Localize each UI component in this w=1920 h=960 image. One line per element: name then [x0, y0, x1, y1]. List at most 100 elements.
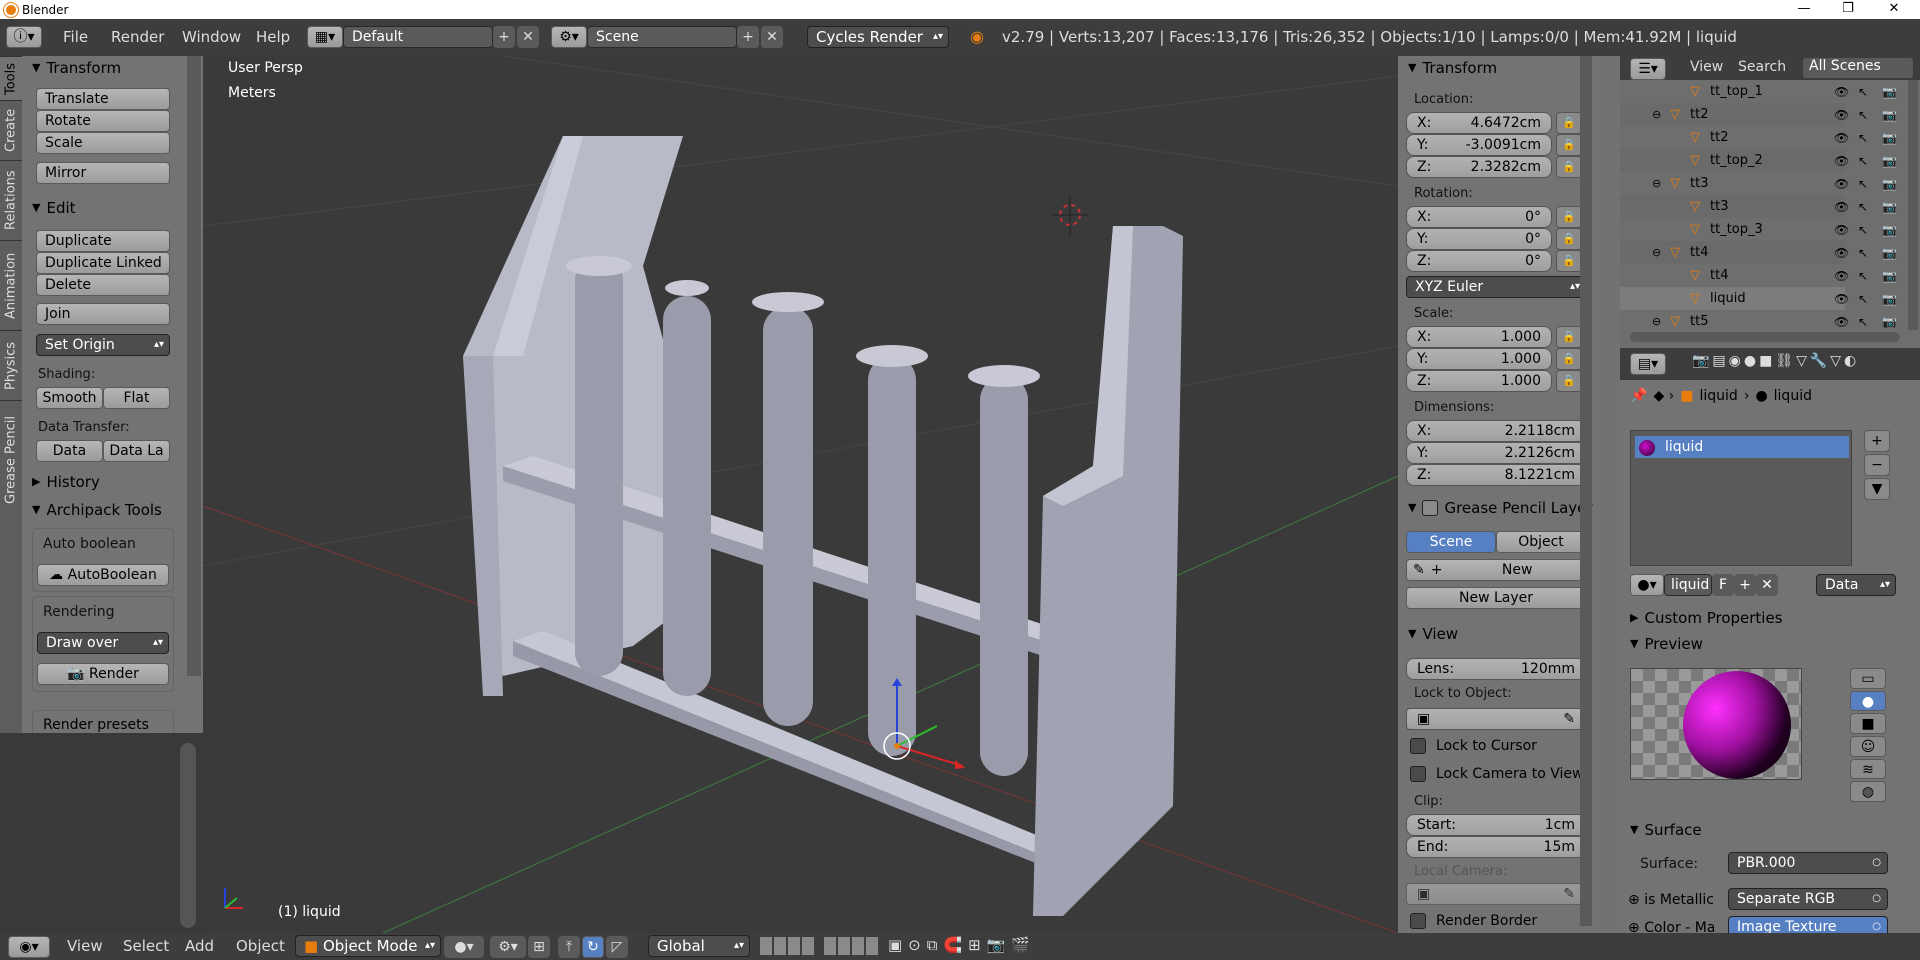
lock-icon[interactable]: 🔒 [1556, 370, 1582, 392]
selectable-arrow-icon[interactable]: ↖ [1858, 269, 1868, 283]
auto-boolean-button[interactable]: ☁ AutoBoolean [37, 564, 169, 586]
visibility-eye-icon[interactable]: 👁 [1834, 108, 1849, 122]
rotation-x-field[interactable]: X: 0° [1406, 206, 1552, 228]
visibility-eye-icon[interactable]: 👁 [1834, 85, 1849, 99]
visibility-eye-icon[interactable]: 👁 [1834, 269, 1849, 283]
viewport-shading-icon[interactable]: ●▾ [444, 936, 484, 958]
selectable-arrow-icon[interactable]: ↖ [1858, 315, 1868, 329]
gp-new-button[interactable]: ✎ + New [1406, 559, 1586, 581]
translate-button[interactable]: Translate [36, 88, 170, 110]
renderable-camera-icon[interactable]: 📷 [1882, 200, 1897, 214]
material-slot-item[interactable]: liquid [1635, 436, 1849, 458]
eyedropper-icon[interactable]: ✎ [1563, 709, 1575, 729]
display-mode-dropdown[interactable]: All Scenes [1803, 58, 1913, 78]
outliner-vscrollbar[interactable] [1908, 80, 1918, 330]
n-panel-scrollbar[interactable] [1580, 56, 1592, 926]
render-presets-button[interactable]: Render presets ... [32, 710, 174, 733]
location-y-field[interactable]: Y: -3.0091cm [1406, 134, 1552, 156]
minimize-button[interactable]: — [1784, 0, 1824, 19]
expand-icon[interactable]: ⊖ [1652, 246, 1661, 259]
outliner-row[interactable]: ⊖ ▽ tt4 👁 ↖ 📷 [1620, 241, 1897, 264]
visibility-eye-icon[interactable]: 👁 [1834, 131, 1849, 145]
link-data-dropdown[interactable]: Data ▴▾ [1816, 574, 1896, 596]
delete-button[interactable]: Delete [36, 274, 170, 296]
lock-icon[interactable]: 🔒 [1556, 112, 1582, 134]
3d-cursor-icon[interactable] [1051, 196, 1089, 236]
orientation-dropdown[interactable]: Global ▴▾ [648, 935, 750, 957]
preview-hair-icon[interactable]: ≋ [1850, 758, 1886, 780]
outliner-row[interactable]: ▽ tt3 👁 ↖ 📷 [1620, 195, 1897, 218]
selectable-arrow-icon[interactable]: ↖ [1858, 154, 1868, 168]
viewport-editor-icon[interactable]: ◉▾ [8, 936, 50, 958]
eyedropper-icon[interactable]: ✎ [1563, 884, 1575, 904]
maximize-button[interactable]: ❐ [1828, 0, 1868, 19]
clip-end-field[interactable]: End: 15m [1406, 836, 1586, 858]
remove-scene-icon[interactable]: ✕ [761, 26, 783, 48]
duplicate-linked-button[interactable]: Duplicate Linked [36, 252, 170, 274]
dimension-y-field[interactable]: Y: 2.2126cm [1406, 442, 1586, 464]
scene-field[interactable]: Scene [587, 26, 737, 48]
translate-manipulator-icon[interactable]: ⤒ [558, 936, 580, 958]
menu-view[interactable]: View [67, 937, 103, 955]
layer-buttons-2[interactable] [824, 937, 880, 955]
selectable-arrow-icon[interactable]: ↖ [1858, 292, 1868, 306]
selectable-arrow-icon[interactable]: ↖ [1858, 177, 1868, 191]
visibility-eye-icon[interactable]: 👁 [1834, 177, 1849, 191]
viewport-3d[interactable]: User Persp Meters (1) liquid [203, 56, 1398, 933]
duplicate-button[interactable]: Duplicate [36, 230, 170, 252]
menu-select[interactable]: Select [123, 937, 169, 955]
archipack-panel-header[interactable]: ▼ Archipack Tools [22, 498, 203, 522]
n-transform-header[interactable]: ▼ Transform [1398, 56, 1595, 80]
render-engine-dropdown[interactable]: Cycles Render ▴▾ [807, 26, 949, 48]
lock-to-cursor-checkbox[interactable] [1410, 738, 1426, 754]
draw-over-dropdown[interactable]: Draw over ▴▾ [37, 632, 169, 654]
viewport-scene[interactable] [203, 56, 1398, 933]
scale-x-field[interactable]: X: 1.000 [1406, 326, 1552, 348]
expand-circle-icon[interactable]: ⊕ [1628, 892, 1644, 908]
data-layers-button[interactable]: Data La [103, 440, 170, 462]
menu-render[interactable]: Render [111, 28, 164, 46]
remove-layout-icon[interactable]: ✕ [517, 26, 539, 48]
rotation-mode-dropdown[interactable]: XYZ Euler ▴▾ [1406, 276, 1586, 298]
outliner-row[interactable]: ⊖ ▽ tt5 👁 ↖ 📷 [1620, 310, 1897, 328]
unlink-material-icon[interactable]: ✕ [1756, 574, 1778, 596]
mirror-button[interactable]: Mirror [36, 162, 170, 184]
browse-material-icon[interactable]: ●▾ [1630, 574, 1664, 596]
material-slot-list[interactable]: liquid [1630, 430, 1852, 566]
outliner-row[interactable]: ⊖ ▽ tt2 👁 ↖ 📷 [1620, 103, 1897, 126]
add-material-icon[interactable]: + [1734, 574, 1756, 596]
data-button[interactable]: Data [36, 440, 103, 462]
grease-pencil-checkbox[interactable] [1422, 500, 1439, 516]
slot-menu-button[interactable]: ▼ [1864, 478, 1890, 500]
location-z-field[interactable]: Z: 2.3282cm [1406, 156, 1552, 178]
renderable-camera-icon[interactable]: 📷 [1882, 108, 1897, 122]
lock-icon[interactable]: 🔒 [1556, 134, 1582, 156]
color-input-dropdown[interactable]: Image Texture ○ [1728, 916, 1888, 933]
test-tube-rack[interactable] [463, 136, 1183, 916]
flat-button[interactable]: Flat [103, 387, 170, 409]
lock-camera-row[interactable]: Lock Camera to View [1410, 766, 1584, 782]
surface-shader-dropdown[interactable]: PBR.000 ○ [1728, 852, 1888, 874]
pivot-point-icon[interactable]: ⚙▾ [490, 936, 526, 958]
lock-icon[interactable]: 🔒 [1556, 156, 1582, 178]
renderable-camera-icon[interactable]: 📷 [1882, 292, 1897, 306]
gp-object-tab[interactable]: Object [1496, 531, 1586, 553]
rotation-z-field[interactable]: Z: 0° [1406, 250, 1552, 272]
lock-camera-checkbox[interactable] [1410, 766, 1426, 782]
surface-header[interactable]: ▼ Surface [1620, 818, 1920, 842]
tab-grease-pencil[interactable]: Grease Pencil [0, 400, 22, 520]
properties-editor-icon[interactable]: ▤▾ [1630, 353, 1666, 375]
material-name-field[interactable]: liquid [1664, 574, 1712, 596]
lock-object-field[interactable]: ▣ ✎ [1406, 708, 1586, 730]
renderable-camera-icon[interactable]: 📷 [1882, 154, 1897, 168]
transform-panel-header[interactable]: ▼ Transform [22, 56, 203, 80]
render-button[interactable]: 📷 Render [37, 663, 169, 685]
scene-icon[interactable]: ⚙▾ [551, 26, 587, 48]
outliner-search-menu[interactable]: Search [1738, 59, 1786, 75]
render-border-row[interactable]: Render Border [1410, 913, 1537, 929]
rotation-y-field[interactable]: Y: 0° [1406, 228, 1552, 250]
menu-file[interactable]: File [63, 28, 88, 46]
visibility-eye-icon[interactable]: 👁 [1834, 154, 1849, 168]
rotate-button[interactable]: Rotate [36, 110, 170, 132]
screen-layout-icon[interactable]: ▦▾ [307, 26, 343, 48]
